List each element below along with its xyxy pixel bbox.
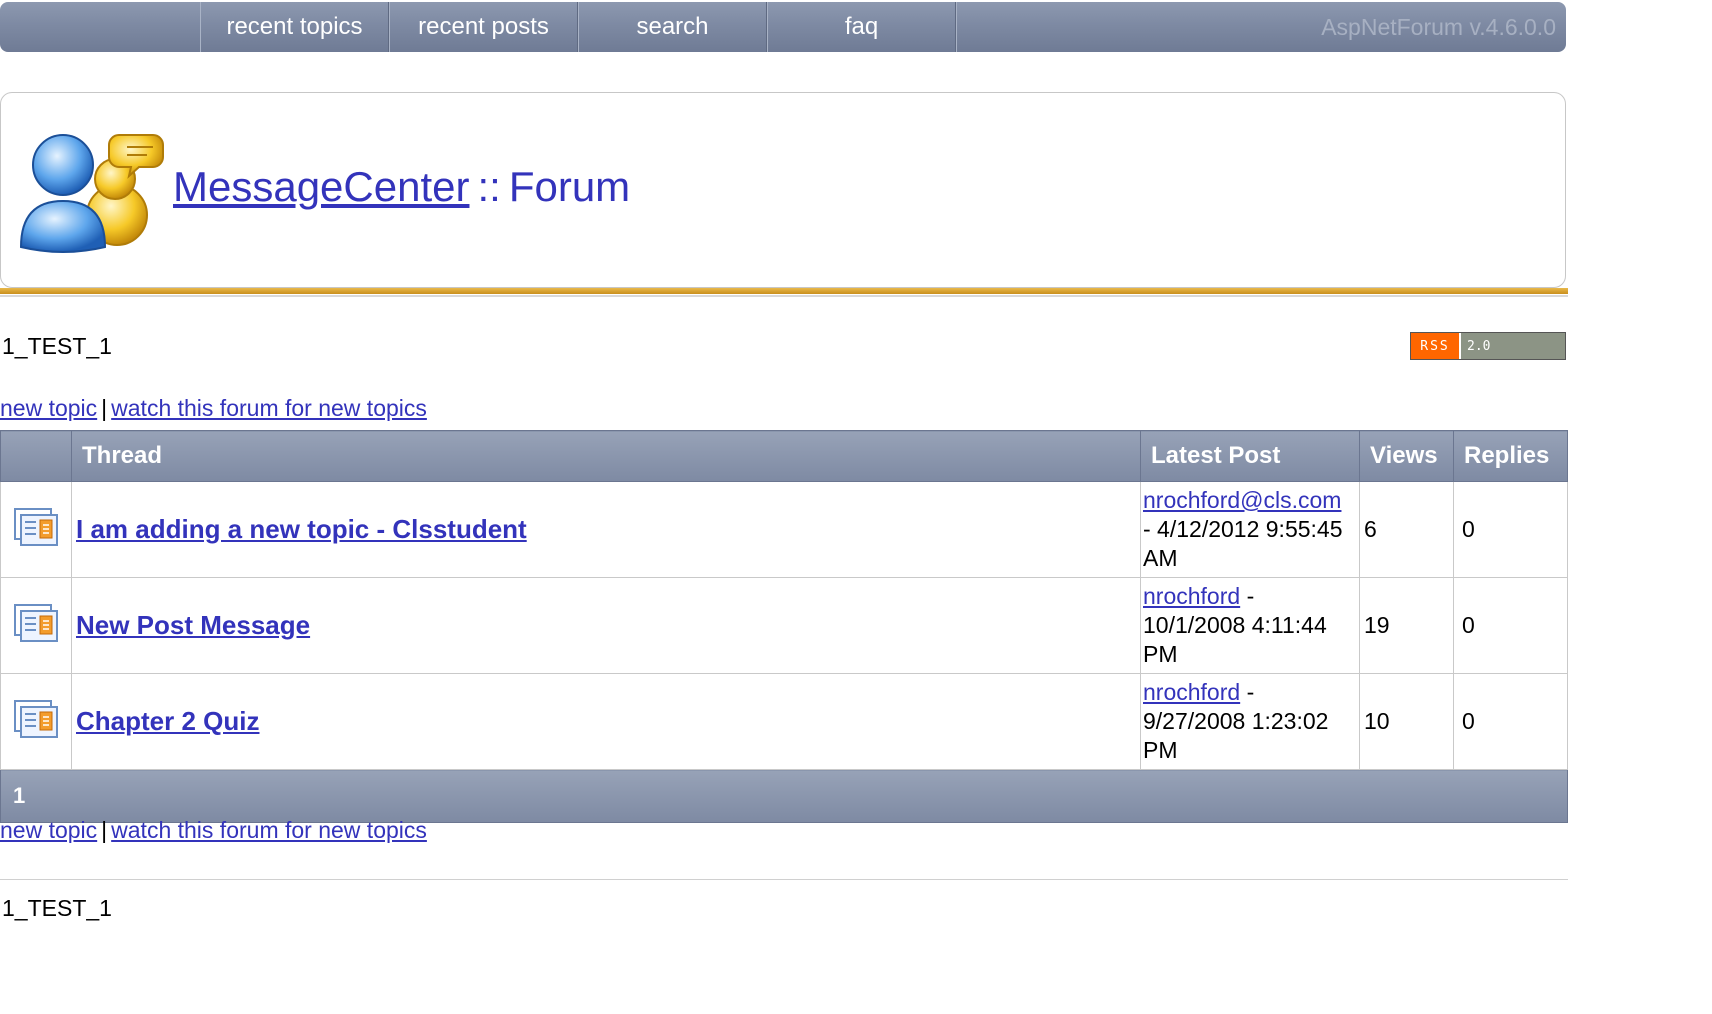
views-count: 10: [1359, 673, 1454, 770]
watch-forum-link[interactable]: watch this forum for new topics: [111, 395, 427, 421]
nav-search[interactable]: search: [578, 2, 767, 52]
thread-cell: New Post Message: [71, 577, 1141, 674]
views-count: 6: [1359, 481, 1454, 578]
thread-icon: [14, 699, 58, 738]
views-count: 19: [1359, 577, 1454, 674]
latest-post-cell: nrochford@cls.com - 4/12/2012 9:55:45 AM: [1140, 481, 1360, 578]
thread-icon-cell: [0, 577, 72, 674]
version-label: AspNetForum v.4.6.0.0: [956, 2, 1566, 52]
table-row: Chapter 2 Quiz nrochford - 9/27/2008 1:2…: [0, 673, 1568, 770]
top-navigation: recent topics recent posts search faq As…: [0, 2, 1566, 52]
table-header-row: Thread Latest Post Views Replies: [0, 430, 1568, 482]
action-separator: |: [101, 395, 108, 421]
new-topic-link[interactable]: new topic: [0, 817, 97, 843]
forum-actions-top: new topic | watch this forum for new topic…: [0, 395, 427, 422]
thread-icon: [14, 603, 58, 642]
thread-cell: Chapter 2 Quiz: [71, 673, 1141, 770]
replies-count: 0: [1453, 481, 1568, 578]
rss-version: 2.0: [1461, 333, 1565, 359]
views-header: Views: [1359, 430, 1454, 482]
forum-name: 1_TEST_1: [2, 333, 112, 359]
forum-name-footer: 1_TEST_1: [2, 895, 112, 921]
thread-cell: I am adding a new topic - Clsstudent: [71, 481, 1141, 578]
latest-post-cell: nrochford - 9/27/2008 1:23:02 PM: [1140, 673, 1360, 770]
table-row: New Post Message nrochford - 10/1/2008 4…: [0, 577, 1568, 674]
author-link[interactable]: nrochford@cls.com: [1143, 487, 1341, 513]
post-date: - 4/12/2012 9:55:45 AM: [1143, 516, 1343, 571]
latest-post-header: Latest Post: [1140, 430, 1360, 482]
messagecenter-link[interactable]: MessageCenter: [173, 163, 469, 211]
latest-post-cell: nrochford - 10/1/2008 4:11:44 PM: [1140, 577, 1360, 674]
author-link[interactable]: nrochford: [1143, 679, 1240, 705]
replies-count: 0: [1453, 673, 1568, 770]
thread-title-link[interactable]: I am adding a new topic - Clsstudent: [76, 514, 527, 544]
title-section: Forum: [508, 163, 631, 210]
forum-actions-bottom: new topic | watch this forum for new topic…: [0, 817, 427, 844]
pager-row: 1: [0, 769, 1568, 823]
header-divider-shadow: [0, 295, 1568, 297]
users-chat-icon: [19, 134, 164, 253]
author-link[interactable]: nrochford: [1143, 583, 1240, 609]
rss-button[interactable]: RSS 2.0: [1410, 332, 1566, 360]
thread-title-link[interactable]: Chapter 2 Quiz: [76, 706, 259, 736]
action-separator: |: [101, 817, 108, 843]
icon-header: [0, 430, 72, 482]
threads-table: Thread Latest Post Views Replies I am ad…: [0, 430, 1568, 823]
thread-icon: [14, 507, 58, 546]
nav-recent-topics[interactable]: recent topics: [200, 2, 389, 52]
nav-faq[interactable]: faq: [767, 2, 956, 52]
table-row: I am adding a new topic - Clsstudent nro…: [0, 481, 1568, 578]
replies-header: Replies: [1453, 430, 1568, 482]
footer-divider: [0, 879, 1568, 880]
header-divider: [0, 288, 1568, 294]
page-number[interactable]: 1: [0, 769, 1568, 823]
title-separator: ::: [477, 163, 501, 210]
forum-header: MessageCenter :: Forum: [0, 92, 1566, 288]
new-topic-link[interactable]: new topic: [0, 395, 97, 421]
replies-count: 0: [1453, 577, 1568, 674]
page-title: MessageCenter :: Forum: [173, 163, 630, 211]
thread-header: Thread: [71, 430, 1141, 482]
thread-icon-cell: [0, 673, 72, 770]
nav-recent-posts[interactable]: recent posts: [389, 2, 578, 52]
watch-forum-link[interactable]: watch this forum for new topics: [111, 817, 427, 843]
rss-label: RSS: [1411, 333, 1461, 359]
thread-icon-cell: [0, 481, 72, 578]
thread-title-link[interactable]: New Post Message: [76, 610, 310, 640]
